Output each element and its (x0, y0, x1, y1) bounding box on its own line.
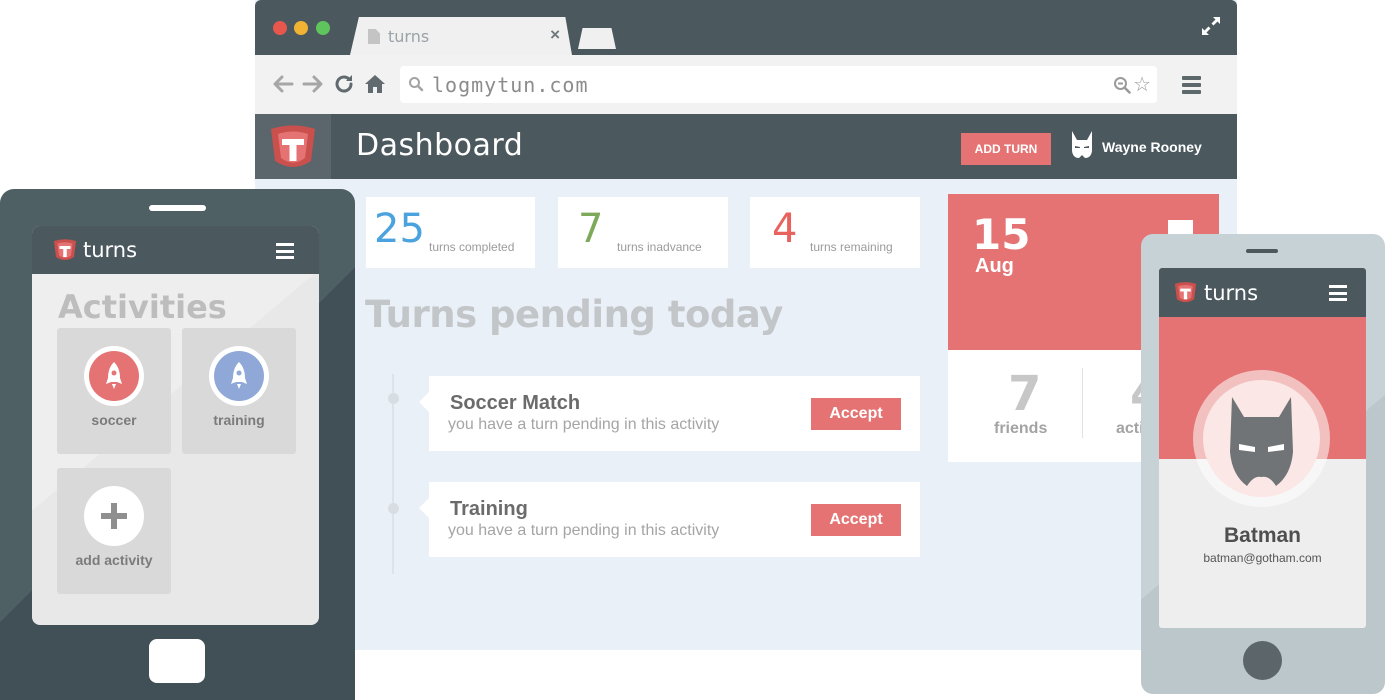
search-icon (409, 77, 424, 92)
browser-window: turns × logmytun.com ☆ Dashboard ADD TUR… (255, 0, 1237, 650)
turns-logo-icon[interactable] (1173, 280, 1198, 305)
app-header: Dashboard ADD TURN Wayne Rooney (255, 114, 1237, 179)
turn-card-soccer: Soccer Match you have a turn pending in … (419, 376, 920, 451)
reload-icon[interactable] (332, 72, 356, 96)
add-turn-button[interactable]: ADD TURN (961, 133, 1051, 165)
phone-home-button[interactable] (1243, 641, 1282, 680)
turns-logo-icon (271, 125, 315, 167)
stat-card-inadvance: 7 turns inadvance (558, 197, 728, 268)
address-bar[interactable]: logmytun.com ☆ (400, 66, 1157, 103)
rocket-icon (214, 351, 264, 401)
plus-icon (84, 486, 144, 546)
add-activity-tile[interactable]: add activity (57, 468, 171, 594)
tablet-speaker (149, 205, 206, 211)
stat-label: turns remaining (810, 240, 893, 254)
rocket-icon (89, 351, 139, 401)
stat-label: turns inadvance (617, 240, 702, 254)
brand-name: turns (1204, 281, 1259, 305)
page-title: Dashboard (356, 128, 524, 163)
timeline-dot (388, 503, 399, 514)
tablet-device: turns Activities soccer training add act… (0, 189, 355, 700)
friends-count: 7 (1008, 366, 1042, 422)
date-month: Aug (975, 255, 1014, 277)
turn-subtitle: you have a turn pending in this activity (448, 522, 720, 539)
stat-value: 25 (374, 206, 425, 252)
activity-name: add activity (75, 552, 153, 568)
phone-device: turns Batman batman@gotham.com (1141, 234, 1385, 694)
url-text: logmytun.com (432, 73, 589, 97)
profile-name: Batman (1223, 524, 1302, 547)
stat-card-completed: 25 turns completed (366, 197, 535, 268)
new-tab-button[interactable] (578, 28, 616, 49)
activity-name: training (213, 412, 265, 428)
hamburger-menu-icon[interactable] (1329, 285, 1347, 301)
batman-avatar-icon[interactable] (1071, 131, 1093, 161)
fullscreen-icon[interactable] (1199, 14, 1223, 38)
divider (1082, 368, 1083, 438)
timeline-dot (388, 393, 399, 404)
section-title: Turns pending today (365, 293, 783, 336)
home-icon[interactable] (363, 72, 387, 96)
turn-card-training: Training you have a turn pending in this… (419, 482, 920, 557)
tablet-app-header: turns (32, 226, 319, 274)
accept-button[interactable]: Accept (811, 398, 901, 430)
hamburger-menu-icon[interactable] (276, 243, 294, 259)
back-arrow-icon[interactable] (271, 72, 295, 96)
date-day: 15 (972, 210, 1031, 259)
accept-button[interactable]: Accept (811, 504, 901, 536)
profile-email: batman@gotham.com (1203, 551, 1322, 565)
bookmark-star-icon[interactable]: ☆ (1133, 72, 1151, 97)
friends-label: friends (994, 420, 1048, 437)
activities-title: Activities (58, 288, 227, 326)
document-icon (368, 29, 380, 44)
timeline-line (392, 374, 394, 574)
stat-value: 7 (578, 206, 604, 252)
tablet-screen: turns Activities soccer training add act… (32, 226, 319, 625)
brand-name: turns (83, 238, 138, 262)
activity-name: soccer (91, 412, 137, 428)
phone-speaker (1246, 249, 1278, 253)
activity-tile-training[interactable]: training (182, 328, 296, 454)
phone-app-header: turns (1159, 268, 1366, 317)
tab-close-icon[interactable]: × (550, 25, 560, 45)
turn-title: Training (450, 498, 528, 520)
user-name[interactable]: Wayne Rooney (1102, 139, 1202, 155)
activity-icon-ring (84, 346, 144, 406)
phone-screen: turns Batman batman@gotham.com (1159, 268, 1366, 628)
forward-arrow-icon[interactable] (301, 72, 325, 96)
stat-card-remaining: 4 turns remaining (750, 197, 920, 268)
tablet-home-button[interactable] (149, 639, 205, 683)
activity-tile-soccer[interactable]: soccer (57, 328, 171, 454)
turns-logo-icon[interactable] (52, 237, 78, 263)
profile-avatar[interactable] (1193, 370, 1330, 507)
maximize-window-button[interactable] (316, 21, 330, 35)
turn-subtitle: you have a turn pending in this activity (448, 416, 720, 433)
zoom-icon[interactable] (1113, 76, 1131, 94)
tab-title: turns (388, 27, 430, 46)
browser-titlebar: turns × (255, 0, 1237, 55)
turn-title: Soccer Match (450, 392, 581, 414)
browser-toolbar: logmytun.com ☆ (255, 55, 1237, 114)
browser-menu-icon[interactable] (1182, 76, 1201, 94)
browser-tab[interactable]: turns × (350, 17, 572, 55)
stat-label: turns completed (429, 240, 515, 254)
close-window-button[interactable] (273, 21, 287, 35)
activity-icon-ring (209, 346, 269, 406)
stat-value: 4 (772, 206, 798, 252)
batman-avatar-icon (1203, 380, 1320, 497)
logo[interactable] (255, 114, 331, 179)
minimize-window-button[interactable] (294, 21, 308, 35)
